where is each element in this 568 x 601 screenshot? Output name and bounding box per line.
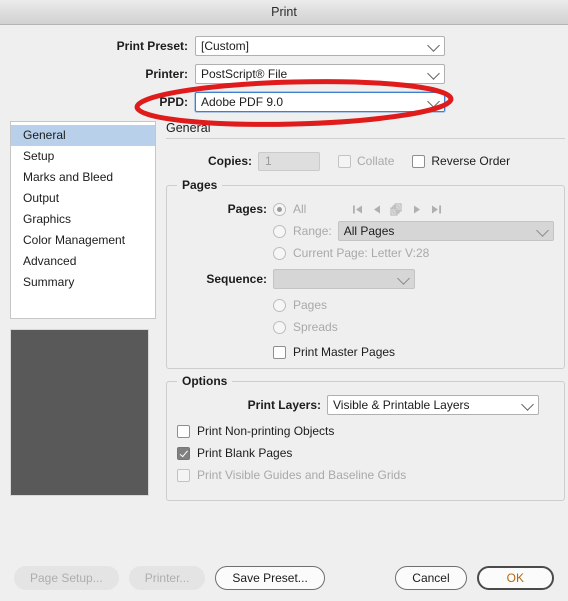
print-visible-guides-label: Print Visible Guides and Baseline Grids [197,468,407,482]
copies-label: Copies: [208,154,253,168]
sidebar-item-output[interactable]: Output [11,188,155,209]
spreads-radio[interactable] [273,320,286,334]
chevron-down-icon [427,67,440,80]
spreads-label: Spreads [293,320,338,334]
print-layers-row: Print Layers: Visible & Printable Layers [177,394,554,416]
panel-divider [166,138,565,139]
top-fields-section: Print Preset: [Custom] Printer: PostScri… [0,25,568,121]
print-preset-select[interactable]: [Custom] [195,36,445,56]
collate-label: Collate [357,154,395,168]
ppd-row: PPD: Adobe PDF 9.0 [0,89,568,115]
current-page-row: Current Page: Letter V:28 [177,242,554,264]
chevron-down-icon [397,272,410,285]
print-layers-label: Print Layers: [247,398,321,412]
pages-radio-row: Pages [177,294,554,316]
print-visible-guides-checkbox[interactable] [177,468,190,482]
options-group: Options Print Layers: Visible & Printabl… [166,374,565,501]
spreads-radio-row: Spreads [177,316,554,338]
collate-checkbox[interactable] [338,154,352,168]
print-layers-select[interactable]: Visible & Printable Layers [327,395,539,415]
pages-only-radio[interactable] [273,298,286,312]
sidebar-item-setup[interactable]: Setup [11,146,155,167]
sequence-select[interactable] [273,269,415,289]
printer-row: Printer: PostScript® File [0,61,568,87]
copies-input[interactable]: 1 [258,151,321,171]
print-non-printing-checkbox[interactable] [177,424,190,438]
cancel-button[interactable]: Cancel [395,566,467,590]
pages-range-row: Range: All Pages [177,220,554,242]
copies-row: Copies: 1 Collate Reverse Order [166,149,565,173]
page-setup-button[interactable]: Page Setup... [14,566,119,590]
pages-all-label: All [293,202,307,216]
chevron-down-icon [535,224,549,237]
chevron-down-icon [521,398,534,411]
ppd-label: PPD: [159,95,188,109]
pages-all-radio[interactable] [273,202,286,216]
page-navigation-icons [352,203,442,216]
print-visible-guides-row: Print Visible Guides and Baseline Grids [177,464,554,486]
reverse-order-checkbox-row[interactable]: Reverse Order [412,154,510,168]
sequence-row: Sequence: [177,268,554,290]
pages-range-radio[interactable] [273,224,286,238]
ppd-value: Adobe PDF 9.0 [201,95,284,109]
print-layers-value: Visible & Printable Layers [333,398,470,412]
settings-panel: General Copies: 1 Collate Reverse Order … [156,121,565,501]
print-blank-pages-label: Print Blank Pages [197,446,293,460]
window-title: Print [271,5,297,19]
pages-range-value: All Pages [343,224,395,238]
printer-select[interactable]: PostScript® File [195,64,445,84]
page-preview-thumbnail [10,329,149,496]
print-preset-value: [Custom] [201,39,250,53]
dialog-body: General Setup Marks and Bleed Output Gra… [0,121,568,501]
chevron-down-icon [427,95,440,108]
print-non-printing-row: Print Non-printing Objects [177,420,554,442]
sidebar-item-summary[interactable]: Summary [11,272,155,293]
first-page-icon[interactable] [352,204,363,215]
pages-range-label: Range: [293,224,332,238]
options-group-title: Options [177,374,233,388]
pages-all-row: Pages: All [177,198,554,220]
window-titlebar: Print [0,0,568,25]
printer-value: PostScript® File [201,67,288,81]
print-preset-label: Print Preset: [116,39,188,53]
dialog-footer: Page Setup... Printer... Save Preset... … [0,555,568,601]
pages-only-label: Pages [293,298,328,312]
ok-button[interactable]: OK [476,566,554,590]
sidebar-item-color-management[interactable]: Color Management [11,230,155,251]
sidebar-list: General Setup Marks and Bleed Output Gra… [10,121,156,319]
print-blank-pages-row: Print Blank Pages [177,442,554,464]
previous-page-icon[interactable] [372,204,381,215]
current-page-label: Current Page: Letter V:28 [293,246,430,260]
sidebar-item-marks-and-bleed[interactable]: Marks and Bleed [11,167,155,188]
print-master-pages-checkbox[interactable] [273,345,286,359]
ppd-select[interactable]: Adobe PDF 9.0 [195,92,445,112]
chevron-down-icon [427,39,440,52]
reverse-order-checkbox[interactable] [412,154,426,168]
sidebar-item-general[interactable]: General [11,125,155,146]
sequence-label: Sequence: [206,272,267,286]
sidebar-item-graphics[interactable]: Graphics [11,209,155,230]
last-page-icon[interactable] [431,204,442,215]
pages-group-title: Pages [177,178,223,192]
print-non-printing-label: Print Non-printing Objects [197,424,335,438]
print-preset-row: Print Preset: [Custom] [0,33,568,59]
printer-label: Printer: [145,67,188,81]
collate-checkbox-row[interactable]: Collate [338,154,394,168]
panel-title: General [166,121,211,135]
next-page-icon[interactable] [413,204,422,215]
reverse-order-label: Reverse Order [431,154,511,168]
pages-label: Pages: [227,202,267,216]
sidebar-column: General Setup Marks and Bleed Output Gra… [10,121,156,501]
save-preset-button[interactable]: Save Preset... [215,566,325,590]
pages-range-select[interactable]: All Pages [337,221,554,241]
print-blank-pages-checkbox[interactable] [177,446,190,460]
print-master-pages-label: Print Master Pages [293,345,396,359]
print-master-pages-row: Print Master Pages [177,341,554,363]
pages-group: Pages Pages: All Range: All Pages Curren… [166,178,565,369]
sidebar-item-advanced[interactable]: Advanced [11,251,155,272]
current-page-radio[interactable] [273,246,286,260]
printer-button[interactable]: Printer... [128,566,206,590]
spread-preview-icon[interactable] [390,203,404,216]
